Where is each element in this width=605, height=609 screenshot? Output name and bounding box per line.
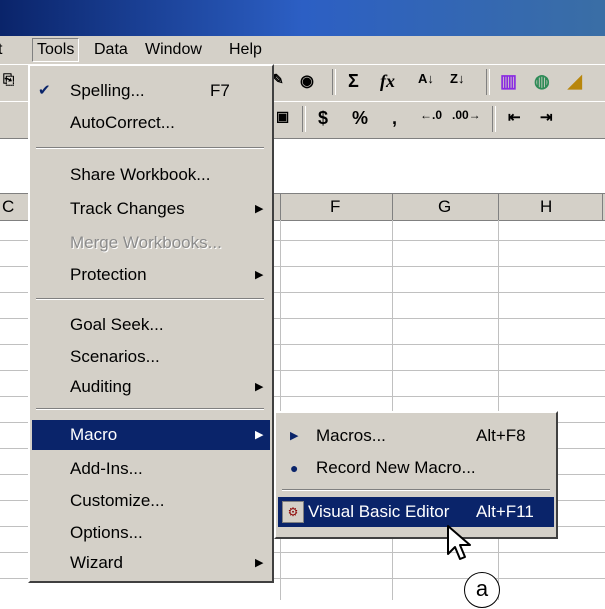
sort-descending-icon[interactable]: Z↓ <box>450 71 464 86</box>
autosum-icon[interactable]: Σ <box>348 71 359 92</box>
column-separator <box>602 194 603 220</box>
increase-decimal-icon[interactable]: ←.0 <box>420 108 442 122</box>
toolbar-separator <box>302 106 306 132</box>
function-icon[interactable]: fx <box>380 71 395 92</box>
submenu-arrow-icon: ▶ <box>255 381 264 393</box>
menu-item-track-changes[interactable]: Track Changes ▶ <box>32 194 270 224</box>
grid-line <box>498 220 499 600</box>
menu-tools[interactable]: Tools <box>32 38 80 62</box>
menu-bar: t Tools Data Window Help <box>0 36 605 64</box>
menu-item-macro[interactable]: Macro ▶ <box>32 420 270 450</box>
menu-item-spelling[interactable]: ✔ Spelling... F7 <box>32 76 270 106</box>
menu-item-goal-seek[interactable]: Goal Seek... <box>32 310 270 340</box>
toolbar-separator <box>486 69 490 95</box>
menu-separator <box>36 298 264 300</box>
menu-item-add-ins[interactable]: Add-Ins... <box>32 454 270 484</box>
menu-window[interactable]: Window <box>145 41 202 59</box>
macro-submenu: ▶ Macros... Alt+F8 ● Record New Macro...… <box>274 411 558 539</box>
menu-item-record-new-macro[interactable]: ● Record New Macro... <box>278 453 554 483</box>
submenu-arrow-icon: ▶ <box>255 429 264 441</box>
menu-separator <box>36 408 264 410</box>
merge-center-icon[interactable]: ▣ <box>276 108 289 125</box>
column-header-f[interactable]: F <box>330 197 340 217</box>
grid-line <box>280 220 281 600</box>
sort-ascending-icon[interactable]: A↓ <box>418 71 434 86</box>
column-separator <box>392 194 393 220</box>
column-separator <box>280 194 281 220</box>
currency-icon[interactable]: $ <box>318 108 328 129</box>
menu-data[interactable]: Data <box>94 41 128 59</box>
decrease-indent-icon[interactable]: ⇤ <box>508 108 521 126</box>
submenu-arrow-icon: ▶ <box>255 269 264 281</box>
menu-item-customize[interactable]: Customize... <box>32 486 270 516</box>
menu-item-protection[interactable]: Protection ▶ <box>32 260 270 290</box>
column-header-h[interactable]: H <box>540 197 552 217</box>
column-separator <box>498 194 499 220</box>
increase-indent-icon[interactable]: ⇥ <box>540 108 553 126</box>
record-icon: ● <box>290 460 299 476</box>
menu-help[interactable]: Help <box>229 41 262 59</box>
play-icon: ▶ <box>290 430 299 442</box>
column-header-c[interactable]: C <box>2 197 14 217</box>
menu-item-scenarios[interactable]: Scenarios... <box>32 342 270 372</box>
menu-item-wizard[interactable]: Wizard ▶ <box>32 548 270 578</box>
chart-wizard-icon[interactable]: ▥ <box>500 71 517 92</box>
menu-item-share-workbook[interactable]: Share Workbook... <box>32 160 270 190</box>
percent-icon[interactable]: % <box>352 108 368 129</box>
submenu-arrow-icon: ▶ <box>255 203 264 215</box>
menu-separator <box>36 147 264 149</box>
menu-fragment-t[interactable]: t <box>0 41 2 59</box>
title-bar <box>0 0 605 36</box>
toolbar-separator <box>492 106 496 132</box>
menu-separator <box>282 489 550 491</box>
spelling-icon: ✔ <box>38 82 51 99</box>
menu-item-merge-workbooks: Merge Workbooks... <box>70 233 222 252</box>
annotation-label: a <box>464 572 500 608</box>
column-header-g[interactable]: G <box>438 197 451 217</box>
toolbar-separator <box>332 69 336 95</box>
menu-item-options[interactable]: Options... <box>32 518 270 548</box>
paste-icon[interactable]: ⎘ <box>3 71 14 88</box>
menu-item-autocorrect[interactable]: AutoCorrect... <box>32 108 270 138</box>
mouse-pointer-icon <box>447 525 471 560</box>
menu-item-visual-basic-editor[interactable]: ⚙ Visual Basic Editor Alt+F11 <box>278 497 554 527</box>
submenu-arrow-icon: ▶ <box>255 557 264 569</box>
menu-item-macros[interactable]: ▶ Macros... Alt+F8 <box>278 421 554 451</box>
map-icon[interactable]: ◍ <box>534 71 550 92</box>
comma-style-icon[interactable]: , <box>392 108 397 129</box>
decrease-decimal-icon[interactable]: .00→ <box>452 108 481 122</box>
tools-menu: ✔ Spelling... F7 AutoCorrect... Share Wo… <box>28 64 274 583</box>
grid-line <box>392 220 393 600</box>
drawing-tool-icon[interactable]: ◢ <box>568 71 582 92</box>
web-icon[interactable]: ◉ <box>300 71 314 91</box>
menu-item-auditing[interactable]: Auditing ▶ <box>32 372 270 402</box>
vb-editor-icon: ⚙ <box>282 501 304 523</box>
